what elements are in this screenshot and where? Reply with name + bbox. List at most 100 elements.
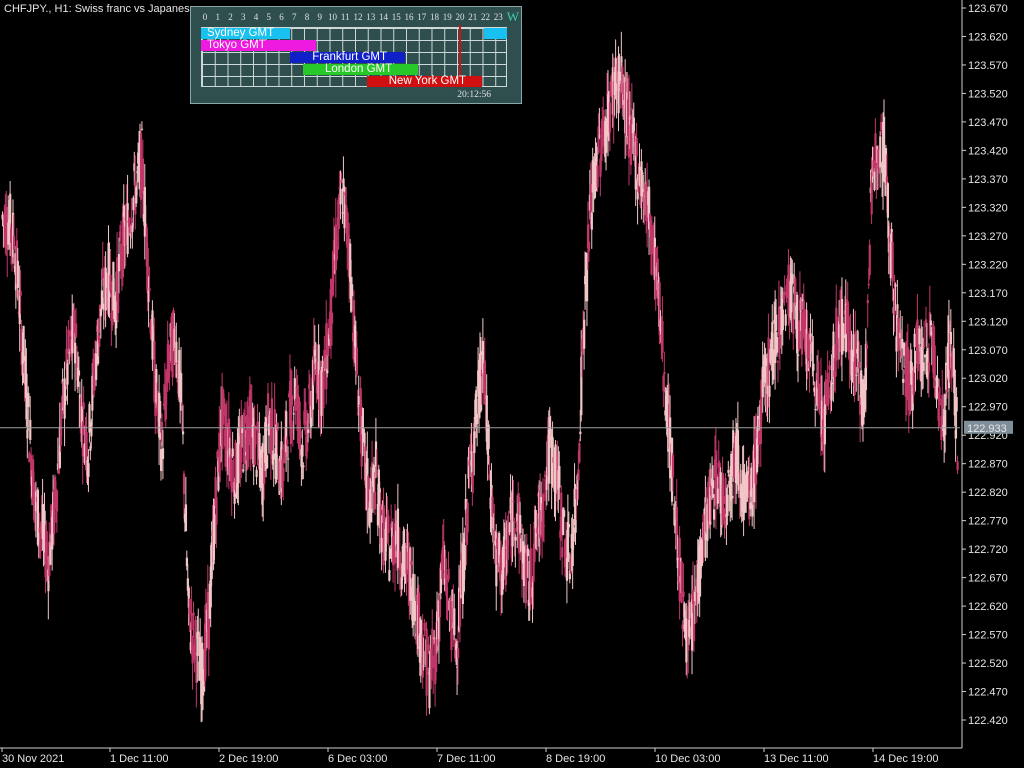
- candle-body: [244, 416, 247, 424]
- session-bar-sydney: Sydney GMT: [201, 27, 291, 39]
- candle-body: [29, 419, 32, 440]
- candle-body: [464, 498, 467, 510]
- price-label: 122.520: [968, 658, 1008, 670]
- candle-body: [630, 108, 634, 110]
- price-label: 123.620: [968, 31, 1008, 43]
- candle-body: [453, 608, 456, 636]
- candle-body: [579, 431, 582, 435]
- candle-body: [680, 561, 683, 603]
- candle-body: [190, 613, 193, 631]
- candle-body: [691, 589, 695, 605]
- price-label: 123.070: [968, 345, 1008, 357]
- candle-body: [74, 342, 77, 364]
- candles-group: [1, 31, 959, 723]
- price-label: 123.370: [968, 174, 1008, 186]
- hour-label: 6: [279, 12, 284, 22]
- candle-body: [383, 519, 386, 522]
- candle-body: [598, 135, 601, 137]
- candle-body: [794, 278, 797, 304]
- candle-body: [476, 413, 479, 424]
- candle-body: [512, 500, 515, 502]
- candle-body: [929, 320, 932, 326]
- session-panel[interactable]: 0 1 2 3 4 5 6 7 8 9 10 11 12 13 14 15 16 17 18 19 20 21 22 23 W…: [190, 6, 522, 104]
- candle-body: [301, 445, 304, 457]
- candle-body: [949, 331, 953, 345]
- candle-body: [339, 188, 342, 205]
- candle-body: [567, 524, 571, 528]
- price-chart[interactable]: 123.670 123.620 123.570 123.520 123.470 123.4…: [0, 0, 1024, 768]
- price-label: 122.420: [968, 715, 1008, 727]
- candle-body: [812, 363, 815, 371]
- hour-label: 22: [481, 12, 490, 22]
- candle-body: [293, 378, 296, 400]
- candle-body: [772, 349, 775, 380]
- hour-label: 23: [493, 12, 503, 22]
- candle-body: [276, 422, 279, 431]
- candle-body: [800, 311, 804, 355]
- candle-body: [468, 460, 471, 466]
- candle-body: [886, 183, 890, 218]
- hour-label: 2: [228, 12, 233, 22]
- candle-body: [290, 395, 294, 406]
- candle-body: [936, 378, 939, 388]
- candle-body: [543, 475, 547, 477]
- candle-body: [351, 284, 354, 297]
- candle-body: [16, 260, 19, 289]
- price-label: 122.670: [968, 573, 1008, 585]
- candle-body: [941, 394, 944, 409]
- time-label: 30 Nov 2021: [2, 753, 64, 765]
- candle-body: [426, 672, 429, 675]
- candle-body: [117, 253, 121, 272]
- candle-body: [387, 515, 390, 534]
- time-label: 6 Dec 03:00: [328, 753, 387, 765]
- candle-body: [587, 241, 591, 252]
- hour-label: 19: [442, 12, 452, 22]
- candle-body: [389, 548, 392, 559]
- candle-body: [64, 395, 67, 401]
- candle-body: [132, 197, 135, 211]
- candle-body: [427, 644, 430, 651]
- candle-body: [902, 378, 905, 383]
- hour-label: 3: [241, 12, 246, 22]
- w-icon[interactable]: W: [507, 9, 519, 25]
- candle-body: [830, 382, 833, 401]
- candle-body: [161, 448, 165, 459]
- candle-body: [806, 333, 809, 360]
- price-label: 122.820: [968, 487, 1008, 499]
- candle-body: [446, 598, 449, 611]
- candle-body: [171, 324, 174, 378]
- candle-body: [855, 374, 858, 376]
- candle-body: [731, 495, 734, 499]
- candle-body: [101, 268, 104, 280]
- candle-body: [918, 328, 921, 345]
- candle-body: [880, 121, 883, 131]
- candle-body: [879, 136, 882, 168]
- candle-body: [702, 514, 705, 540]
- candle-body: [231, 448, 234, 457]
- candle-body: [873, 171, 876, 190]
- time-label: 14 Dec 19:00: [873, 753, 938, 765]
- candle-body: [423, 622, 426, 631]
- candle-body: [716, 488, 720, 504]
- candle-body: [956, 461, 959, 471]
- candle-body: [776, 336, 779, 353]
- candle-body: [191, 638, 194, 664]
- candle-body: [432, 655, 435, 668]
- hour-label: 15: [391, 12, 401, 22]
- candle-body: [255, 469, 258, 477]
- hour-label: 17: [417, 12, 427, 22]
- candle-body: [194, 619, 197, 639]
- candle-body: [768, 385, 771, 397]
- candle-body: [519, 514, 522, 534]
- candle-body: [783, 291, 786, 296]
- candle-body: [457, 648, 460, 658]
- hours-row: 0 1 2 3 4 5 6 7 8 9 10 11 12 13 14 15 16 17 18 19 20 21 22 23: [199, 12, 503, 24]
- candle-body: [757, 432, 761, 445]
- candle-body: [781, 309, 784, 330]
- candle-body: [447, 568, 450, 580]
- candle-body: [273, 409, 276, 426]
- candle-body: [605, 118, 608, 153]
- price-label: 123.470: [968, 117, 1008, 129]
- candle-body: [866, 299, 869, 304]
- candle-body: [473, 431, 476, 453]
